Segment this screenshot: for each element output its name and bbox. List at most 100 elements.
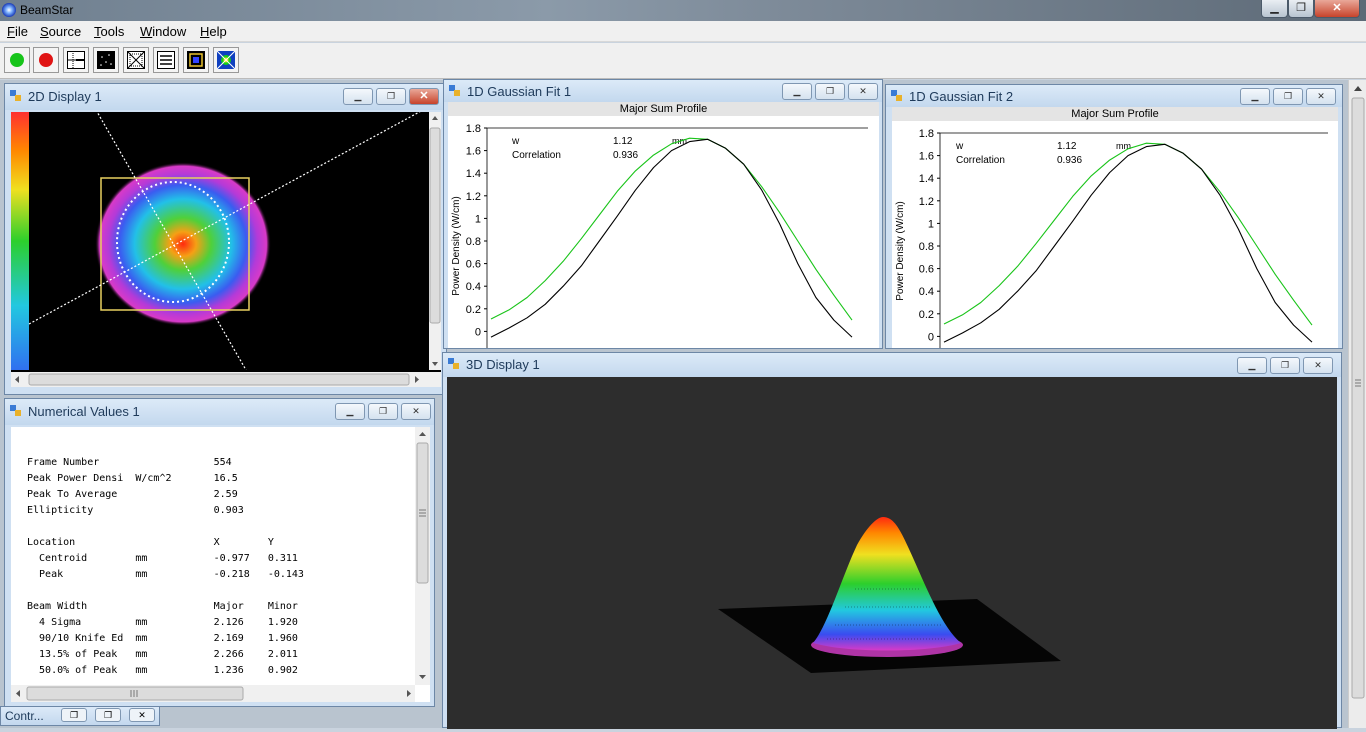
color-view-button[interactable] <box>183 47 209 73</box>
dots-black-icon <box>97 51 115 69</box>
menu-help[interactable]: Help <box>200 24 227 39</box>
close-g1-button[interactable]: ✕ <box>848 83 878 100</box>
minimize-3d-button[interactable]: ▁ <box>1237 357 1267 374</box>
restore-g2-button[interactable]: ❐ <box>1273 88 1303 105</box>
g1-y-tick-label: 1.2 <box>466 191 481 203</box>
num-peak-to-average: Peak To Average 2.59 <box>27 489 238 500</box>
g2-correlation-label: Correlation <box>956 155 1005 166</box>
g2-w-value: 1.12 <box>1057 141 1077 152</box>
window-icon <box>448 358 460 370</box>
3d-beam-peak <box>813 517 961 651</box>
beam-3d-surface <box>718 517 1061 673</box>
color-scale-bar <box>11 112 29 370</box>
menu-bar: File Source Tools Window Help <box>0 21 1366 42</box>
g1-y-tick-label: 1.4 <box>466 168 481 180</box>
close-g2-button[interactable]: ✕ <box>1306 88 1336 105</box>
g1-y-tick-label: 0.4 <box>466 281 481 293</box>
g1-gaussian-fit-line <box>490 137 853 321</box>
num-4-sigma: 4 Sigma mm 2.126 1.920 <box>27 617 298 628</box>
minimize-g1-button[interactable]: ▁ <box>782 83 812 100</box>
g1-y-tick-label: 0.8 <box>466 236 481 248</box>
restore-g1-button[interactable]: ❐ <box>815 83 845 100</box>
close-3d-button[interactable]: ✕ <box>1303 357 1333 374</box>
gaussian-fit-2-plot[interactable]: Major Sum Profile Power Density (W/cm) w… <box>892 107 1338 348</box>
crosshair-button[interactable] <box>123 47 149 73</box>
g2-y-tick-label: 0.6 <box>919 264 934 276</box>
menu-window[interactable]: Window <box>140 24 186 39</box>
crosshair-frame-icon <box>127 51 145 69</box>
g1-w-value: 1.12 <box>613 136 633 147</box>
close-num-button[interactable]: ✕ <box>401 403 431 420</box>
beam-2d-image <box>11 112 421 370</box>
restore-num-button[interactable]: ❐ <box>368 403 398 420</box>
num-peak: Peak mm -0.218 -0.143 <box>27 569 304 580</box>
gaussian-fit-1-plot[interactable]: Major Sum Profile Power Density (W/cm) w… <box>448 102 879 348</box>
window-2d-display[interactable]: 2D Display 1 ▁ ❐ ✕ <box>4 83 447 395</box>
restore-3d-button[interactable]: ❐ <box>1270 357 1300 374</box>
g1-y-tick-label: 1 <box>475 213 481 225</box>
g1-correlation-label: Correlation <box>512 150 561 161</box>
num-ellipticity: Ellipticity 0.903 <box>27 505 244 516</box>
num-beam-width-header: Beam Width Major Minor <box>27 601 298 612</box>
window-gaussian-fit-1[interactable]: 1D Gaussian Fit 1 ▁ ❐ ✕ Major Sum Profil… <box>443 79 883 349</box>
start-button[interactable] <box>4 47 30 73</box>
window-g2-titlebar[interactable]: 1D Gaussian Fit 2 ▁ ❐ ✕ <box>886 85 1342 107</box>
beam-3d-view[interactable] <box>447 377 1337 729</box>
window-numerical-values[interactable]: Numerical Values 1 ▁ ❐ ✕ Frame Number 55… <box>4 398 435 707</box>
g1-y-tick-label: 1.8 <box>466 123 481 135</box>
restore-2d-button[interactable]: ❐ <box>376 88 406 105</box>
minimized-close-button[interactable]: ✕ <box>129 708 155 722</box>
num-horizontal-scrollbar[interactable] <box>11 685 415 702</box>
window-num-title: Numerical Values 1 <box>28 404 140 419</box>
g1-correlation-value: 0.936 <box>613 150 638 161</box>
table-button[interactable] <box>153 47 179 73</box>
beamstar-app-icon <box>2 3 16 17</box>
dots-button[interactable] <box>93 47 119 73</box>
close-2d-button[interactable]: ✕ <box>409 88 439 105</box>
window-g1-title: 1D Gaussian Fit 1 <box>467 84 572 99</box>
window-gaussian-fit-2[interactable]: 1D Gaussian Fit 2 ▁ ❐ ✕ Major Sum Profil… <box>885 84 1343 349</box>
toolbar <box>0 43 1366 79</box>
minimized-maximize-button[interactable]: ❐ <box>95 708 121 722</box>
menu-tools[interactable]: Tools <box>94 24 124 39</box>
2d-vertical-scrollbar[interactable] <box>429 112 441 370</box>
g2-y-axis-label: Power Density (W/cm) <box>895 201 906 300</box>
table-lines-icon <box>157 51 175 69</box>
burst-view-button[interactable] <box>213 47 239 73</box>
window-2d-titlebar[interactable]: 2D Display 1 ▁ ❐ ✕ <box>5 84 446 110</box>
workspace-vertical-scrollbar[interactable] <box>1348 80 1366 728</box>
minimized-restore-button[interactable]: ❐ <box>61 708 87 722</box>
minimize-button[interactable]: ▁ <box>1261 0 1288 18</box>
num-knife-edge: 90/10 Knife Ed mm 2.169 1.960 <box>27 633 298 644</box>
window-num-titlebar[interactable]: Numerical Values 1 ▁ ❐ ✕ <box>5 399 434 425</box>
g2-profile-header: Major Sum Profile <box>892 107 1338 121</box>
window-3d-titlebar[interactable]: 3D Display 1 ▁ ❐ ✕ <box>443 353 1341 377</box>
numerical-values-panel: Frame Number 554 Peak Power Densi W/cm^2… <box>11 427 430 702</box>
g2-measured-line <box>943 143 1313 343</box>
g1-y-tick-label: 1.6 <box>466 146 481 158</box>
g1-y-tick-label: 0 <box>475 326 481 338</box>
num-vertical-scrollbar[interactable] <box>415 427 430 685</box>
beam-image-view[interactable] <box>11 112 441 387</box>
minimized-control-window[interactable]: Contr... ❐ ❐ ✕ <box>0 706 160 726</box>
minimize-g2-button[interactable]: ▁ <box>1240 88 1270 105</box>
g2-w-unit: mm <box>1116 141 1131 151</box>
g2-correlation-value: 0.936 <box>1057 155 1082 166</box>
g2-y-tick-label: 0 <box>928 331 934 343</box>
window-g2-title: 1D Gaussian Fit 2 <box>909 89 1014 104</box>
restore-button[interactable]: ❐ <box>1288 0 1314 18</box>
menu-file[interactable]: File <box>7 24 28 39</box>
color-square-icon <box>187 51 205 69</box>
2d-horizontal-scrollbar[interactable] <box>11 372 441 387</box>
profile-button[interactable] <box>63 47 89 73</box>
num-13-5-peak: 13.5% of Peak mm 2.266 2.011 <box>27 649 298 660</box>
minimize-num-button[interactable]: ▁ <box>335 403 365 420</box>
minimize-2d-button[interactable]: ▁ <box>343 88 373 105</box>
menu-source[interactable]: Source <box>40 24 81 39</box>
close-button[interactable]: ✕ <box>1314 0 1360 18</box>
stop-button[interactable] <box>33 47 59 73</box>
window-3d-display[interactable]: 3D Display 1 ▁ ❐ ✕ <box>442 352 1342 729</box>
stop-red-icon <box>39 53 53 67</box>
profile-grid-icon <box>67 51 85 69</box>
window-g1-titlebar[interactable]: 1D Gaussian Fit 1 ▁ ❐ ✕ <box>444 80 882 102</box>
